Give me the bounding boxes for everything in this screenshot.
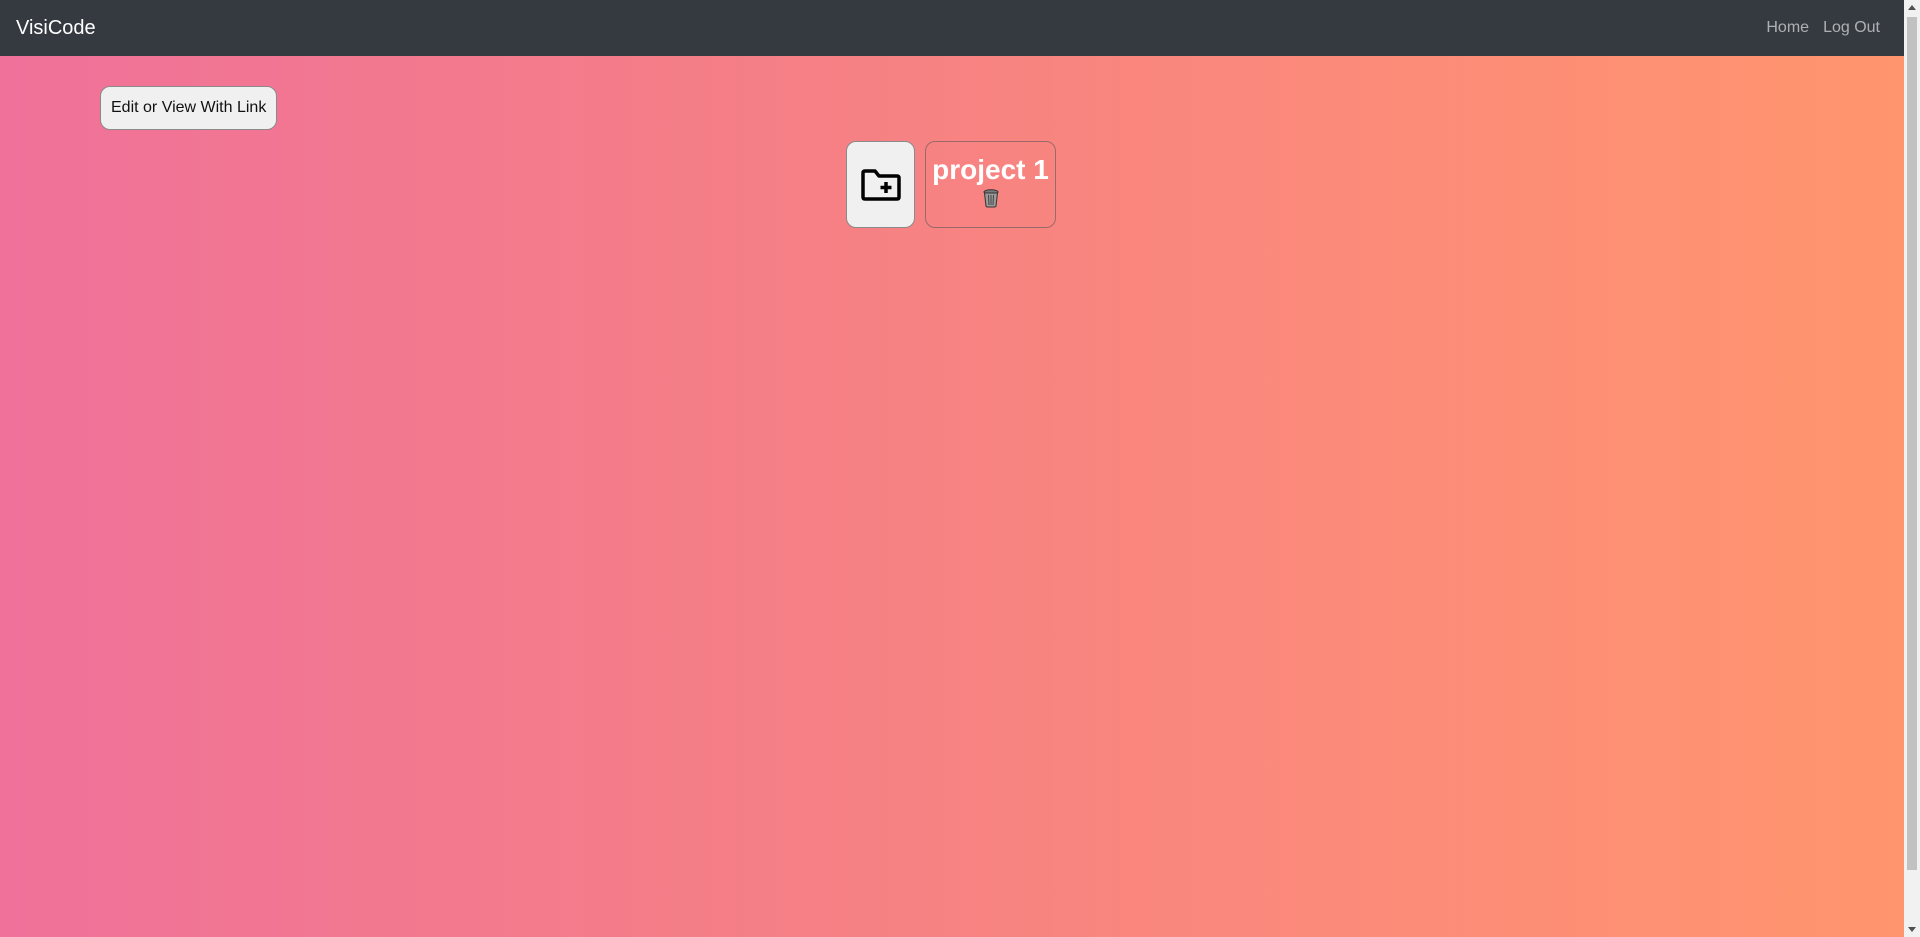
project-cards: project 1 (846, 141, 1056, 228)
scroll-up-arrow-icon[interactable] (1908, 5, 1916, 10)
brand-logo[interactable]: VisiCode (16, 0, 96, 56)
project-card[interactable]: project 1 (925, 141, 1056, 228)
nav-logout-link[interactable]: Log Out (1823, 19, 1880, 37)
page: VisiCode Home Log Out Edit or View With … (0, 0, 1920, 937)
nav-links: Home Log Out (1766, 0, 1880, 56)
trash-icon[interactable] (982, 188, 1000, 213)
new-project-button[interactable] (846, 141, 915, 228)
vertical-scrollbar[interactable] (1904, 0, 1920, 937)
nav-home-link[interactable]: Home (1766, 19, 1809, 37)
edit-or-view-link-button[interactable]: Edit or View With Link (100, 86, 278, 130)
project-name[interactable]: project 1 (932, 154, 1049, 186)
scroll-down-arrow-icon[interactable] (1908, 927, 1916, 932)
navbar: VisiCode Home Log Out (0, 0, 1920, 56)
main-content: Edit or View With Link project 1 (0, 56, 1904, 937)
scroll-thumb[interactable] (1907, 17, 1917, 870)
folder-plus-icon (860, 168, 901, 201)
